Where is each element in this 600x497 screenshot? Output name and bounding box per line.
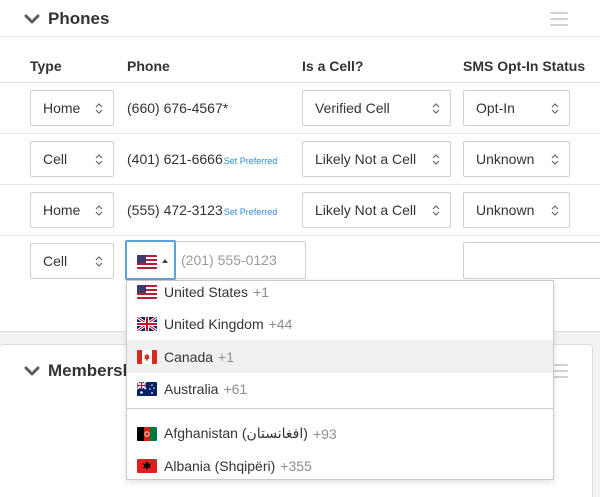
- country-option-united-states[interactable]: United States +1: [127, 281, 553, 308]
- dial-code: +44: [268, 315, 293, 332]
- chevron-down-icon[interactable]: [24, 11, 40, 27]
- dial-code: +355: [280, 457, 312, 474]
- country-name: United Kingdom: [164, 315, 264, 332]
- country-option-albania[interactable]: Albania (Shqipëri) +355: [127, 449, 553, 479]
- chevron-down-icon[interactable]: [24, 363, 40, 379]
- us-flag-icon: [137, 255, 157, 269]
- country-name: Albania (Shqipëri): [164, 457, 276, 474]
- is-cell-select[interactable]: Likely Not a Cell: [302, 192, 451, 228]
- select-updown-icon: [95, 256, 103, 267]
- select-updown-icon: [551, 154, 559, 165]
- select-value: Likely Not a Cell: [315, 151, 417, 167]
- dropdown-divider: [127, 408, 553, 409]
- select-updown-icon: [95, 205, 103, 216]
- phone-number: (660) 676-4567*: [127, 100, 228, 116]
- phones-panel-header[interactable]: Phones: [0, 1, 600, 37]
- phone-number: (555) 472-3123Set Preferred: [127, 202, 277, 218]
- country-name: United States: [164, 283, 249, 300]
- select-updown-icon: [432, 154, 440, 165]
- select-value: Cell: [43, 151, 68, 167]
- memberships-panel-title: Membersh: [48, 361, 134, 380]
- select-updown-icon: [551, 205, 559, 216]
- phone-type-select[interactable]: Home: [30, 90, 114, 126]
- country-option-afghanistan[interactable]: Afghanistan (‫افغانستان‬‎) +93: [127, 417, 553, 450]
- select-updown-icon: [432, 103, 440, 114]
- dial-code: +93: [312, 425, 337, 442]
- phone-number: (401) 621-6666Set Preferred: [127, 151, 277, 167]
- column-header-type: Type: [30, 58, 62, 74]
- dial-code: +1: [218, 348, 235, 365]
- afghanistan-flag-icon: [137, 426, 157, 441]
- country-option-australia[interactable]: Australia +61: [127, 372, 553, 405]
- new-sms-status-field[interactable]: [463, 242, 600, 279]
- phone-type-select[interactable]: Cell: [30, 141, 114, 177]
- phone-number-text: (660) 676-4567*: [127, 100, 229, 116]
- albania-flag-icon: [137, 458, 157, 473]
- row-divider: [0, 235, 600, 236]
- country-name: Canada: [164, 348, 214, 365]
- select-updown-icon: [432, 205, 440, 216]
- sms-status-select[interactable]: Unknown: [463, 141, 570, 177]
- is-cell-select[interactable]: Verified Cell: [302, 90, 451, 126]
- country-flag-selector[interactable]: [125, 240, 176, 280]
- select-updown-icon: [95, 103, 103, 114]
- dial-code: +61: [223, 380, 248, 397]
- select-value: Cell: [43, 253, 68, 269]
- country-name: Afghanistan (‫افغانستان‬‎): [164, 425, 308, 441]
- sms-status-select[interactable]: Opt-In: [463, 90, 570, 126]
- phone-number-text: (555) 472-3123: [127, 202, 223, 218]
- country-name: Australia: [164, 380, 219, 397]
- caret-up-icon: [162, 259, 168, 263]
- phone-type-select[interactable]: Home: [30, 192, 114, 228]
- select-value: Home: [43, 100, 81, 116]
- uk-flag-icon: [137, 316, 157, 331]
- select-value: Unknown: [476, 202, 535, 218]
- canada-flag-icon: [137, 349, 157, 364]
- new-phone-type-select[interactable]: Cell: [30, 243, 114, 279]
- hamburger-menu-icon[interactable]: [550, 11, 568, 26]
- phone-placeholder: (201) 555-0123: [181, 252, 277, 268]
- dial-code: +1: [253, 283, 270, 300]
- set-preferred-link[interactable]: Set Preferred: [224, 156, 278, 166]
- row-divider: [0, 184, 600, 185]
- country-option-united-kingdom[interactable]: United Kingdom +44: [127, 307, 553, 340]
- select-value: Likely Not a Cell: [315, 202, 417, 218]
- select-value: Opt-In: [476, 100, 515, 116]
- column-header-is-cell: Is a Cell?: [302, 58, 364, 74]
- select-updown-icon: [551, 103, 559, 114]
- select-value: Home: [43, 202, 81, 218]
- set-preferred-link[interactable]: Set Preferred: [224, 207, 278, 217]
- phones-panel-title: Phones: [48, 8, 110, 28]
- column-header-phone: Phone: [127, 58, 170, 74]
- select-value: Verified Cell: [315, 100, 390, 116]
- is-cell-select[interactable]: Likely Not a Cell: [302, 141, 451, 177]
- column-header-sms-status: SMS Opt-In Status: [463, 58, 586, 74]
- us-flag-icon: [137, 284, 157, 299]
- country-dropdown: United States +1 United Kingdom +44 Cana…: [126, 280, 554, 480]
- country-option-canada[interactable]: Canada +1: [127, 340, 553, 373]
- row-divider: [0, 133, 600, 134]
- sms-status-select[interactable]: Unknown: [463, 192, 570, 228]
- select-updown-icon: [95, 154, 103, 165]
- header-divider: [0, 82, 600, 83]
- australia-flag-icon: [137, 381, 157, 396]
- select-value: Unknown: [476, 151, 535, 167]
- phone-number-text: (401) 621-6666: [127, 151, 223, 167]
